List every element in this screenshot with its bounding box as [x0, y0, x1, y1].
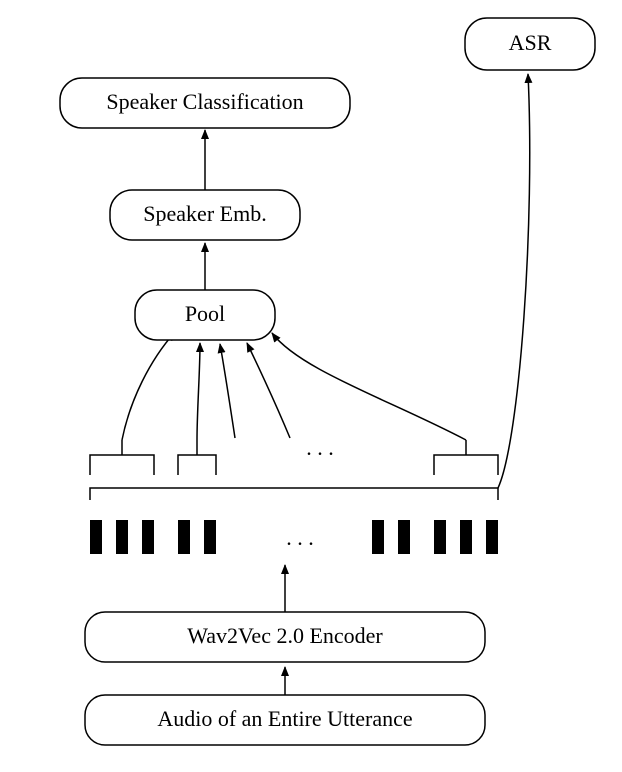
speaker-cls-label: Speaker Classification [106, 89, 303, 114]
encoder-label: Wav2Vec 2.0 Encoder [187, 623, 383, 648]
asr-label: ASR [509, 30, 552, 55]
token-ellipsis: . . . [286, 525, 314, 550]
group-ellipsis: . . . [306, 435, 334, 460]
arrow-tokens-to-asr [498, 74, 530, 488]
segment-brackets: . . . [90, 435, 498, 475]
architecture-diagram: Audio of an Entire Utterance Wav2Vec 2.0… [0, 0, 622, 772]
input-label: Audio of an Entire Utterance [157, 706, 412, 731]
arrows-groups-to-pool [122, 332, 466, 440]
token-bracket [90, 488, 498, 500]
pool-label: Pool [185, 301, 225, 326]
speaker-emb-label: Speaker Emb. [143, 201, 266, 226]
token-row: . . . [90, 520, 498, 554]
